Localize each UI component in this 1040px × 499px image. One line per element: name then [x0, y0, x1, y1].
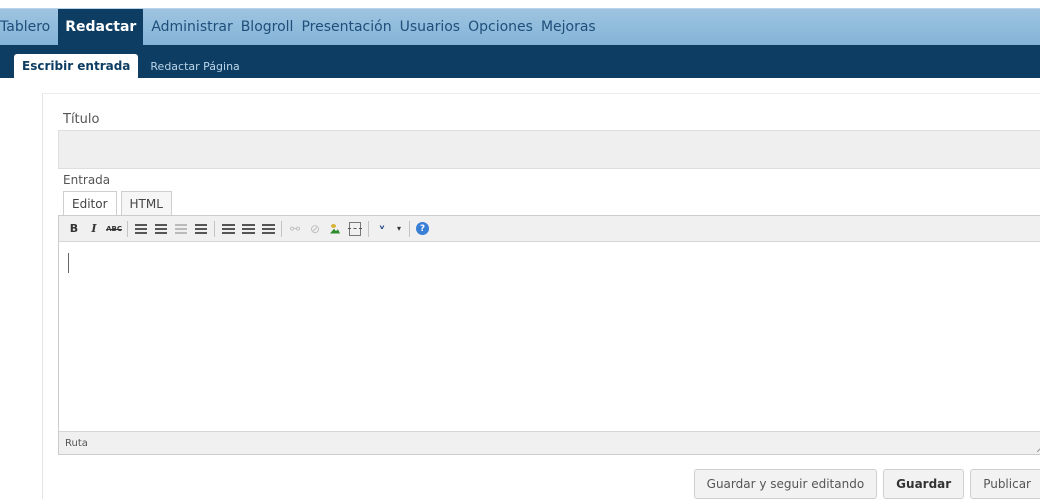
- spellcheck-button[interactable]: ᵛ: [375, 222, 389, 236]
- submenu-escribir-entrada[interactable]: Escribir entrada: [14, 54, 139, 78]
- post-editor-panel: Título Entrada Editor HTML B I ABC ⚯ ⊘ ᵛ: [42, 93, 1040, 499]
- align-right-button[interactable]: [261, 222, 275, 236]
- menu-blogroll[interactable]: Blogroll: [237, 9, 298, 45]
- menu-administrar[interactable]: Administrar: [147, 9, 236, 45]
- numbered-list-icon: [155, 223, 167, 234]
- align-right-icon: [261, 223, 275, 234]
- text-cursor: [68, 253, 69, 273]
- entry-label: Entrada: [63, 173, 111, 187]
- tab-html[interactable]: HTML: [120, 191, 172, 215]
- toolbar-separator: [214, 220, 215, 237]
- unlink-button[interactable]: ⊘: [308, 222, 322, 236]
- toolbar-separator: [281, 220, 282, 237]
- menu-mejoras[interactable]: Mejoras: [537, 9, 600, 45]
- sub-menu: Escribir entrada Redactar Página: [0, 45, 1040, 78]
- bullet-list-button[interactable]: [134, 222, 148, 236]
- tab-editor[interactable]: Editor: [63, 191, 117, 215]
- outdent-icon: [175, 223, 187, 234]
- spellcheck-icon: ᵛ: [378, 221, 385, 236]
- link-icon: ⚯: [289, 221, 301, 236]
- spellcheck-dropdown[interactable]: ▾: [395, 222, 403, 236]
- menu-opciones[interactable]: Opciones: [464, 9, 537, 45]
- top-menu: Tablero Redactar Administrar Blogroll Pr…: [0, 8, 1040, 45]
- rich-text-editor: B I ABC ⚯ ⊘ ᵛ ▾ ? Ruta: [58, 215, 1040, 455]
- editor-content-area[interactable]: [59, 242, 1040, 431]
- outdent-button[interactable]: [174, 222, 188, 236]
- menu-presentacion[interactable]: Presentación: [297, 9, 395, 45]
- action-buttons: Guardar y seguir editando Guardar Public…: [693, 469, 1040, 499]
- toolbar-separator: [127, 220, 128, 237]
- align-left-icon: [221, 223, 235, 234]
- bold-button[interactable]: B: [67, 222, 81, 236]
- editor-tabs: Editor HTML: [63, 191, 176, 215]
- save-and-continue-button[interactable]: Guardar y seguir editando: [693, 469, 878, 499]
- menu-redactar[interactable]: Redactar: [58, 9, 144, 45]
- insert-image-button[interactable]: [328, 222, 342, 236]
- toolbar-separator: [409, 220, 410, 237]
- submenu-redactar-pagina[interactable]: Redactar Página: [142, 54, 247, 78]
- link-button[interactable]: ⚯: [288, 222, 302, 236]
- title-label: Título: [63, 112, 100, 127]
- publish-button[interactable]: Publicar: [970, 469, 1040, 499]
- insert-more-button[interactable]: [348, 221, 362, 236]
- indent-icon: [195, 223, 207, 234]
- indent-button[interactable]: [194, 222, 208, 236]
- toolbar-separator: [368, 220, 369, 237]
- help-button[interactable]: ?: [416, 222, 429, 235]
- bullet-list-icon: [135, 223, 147, 234]
- more-tag-icon: [348, 221, 362, 236]
- italic-button[interactable]: I: [87, 222, 101, 236]
- save-button[interactable]: Guardar: [883, 469, 965, 499]
- align-left-button[interactable]: [221, 222, 235, 236]
- title-input[interactable]: [58, 130, 1040, 169]
- numbered-list-button[interactable]: [154, 222, 168, 236]
- menu-usuarios[interactable]: Usuarios: [396, 9, 465, 45]
- strikethrough-button[interactable]: ABC: [106, 222, 122, 236]
- chevron-down-icon: ▾: [396, 224, 401, 233]
- path-label: Ruta: [65, 437, 88, 449]
- align-center-button[interactable]: [241, 222, 255, 236]
- editor-path-bar: Ruta: [59, 431, 1040, 454]
- editor-toolbar: B I ABC ⚯ ⊘ ᵛ ▾ ?: [59, 216, 1040, 242]
- unlink-icon: ⊘: [309, 221, 321, 236]
- image-icon: [329, 223, 341, 234]
- menu-tablero[interactable]: Tablero: [0, 9, 54, 45]
- align-center-icon: [241, 223, 255, 234]
